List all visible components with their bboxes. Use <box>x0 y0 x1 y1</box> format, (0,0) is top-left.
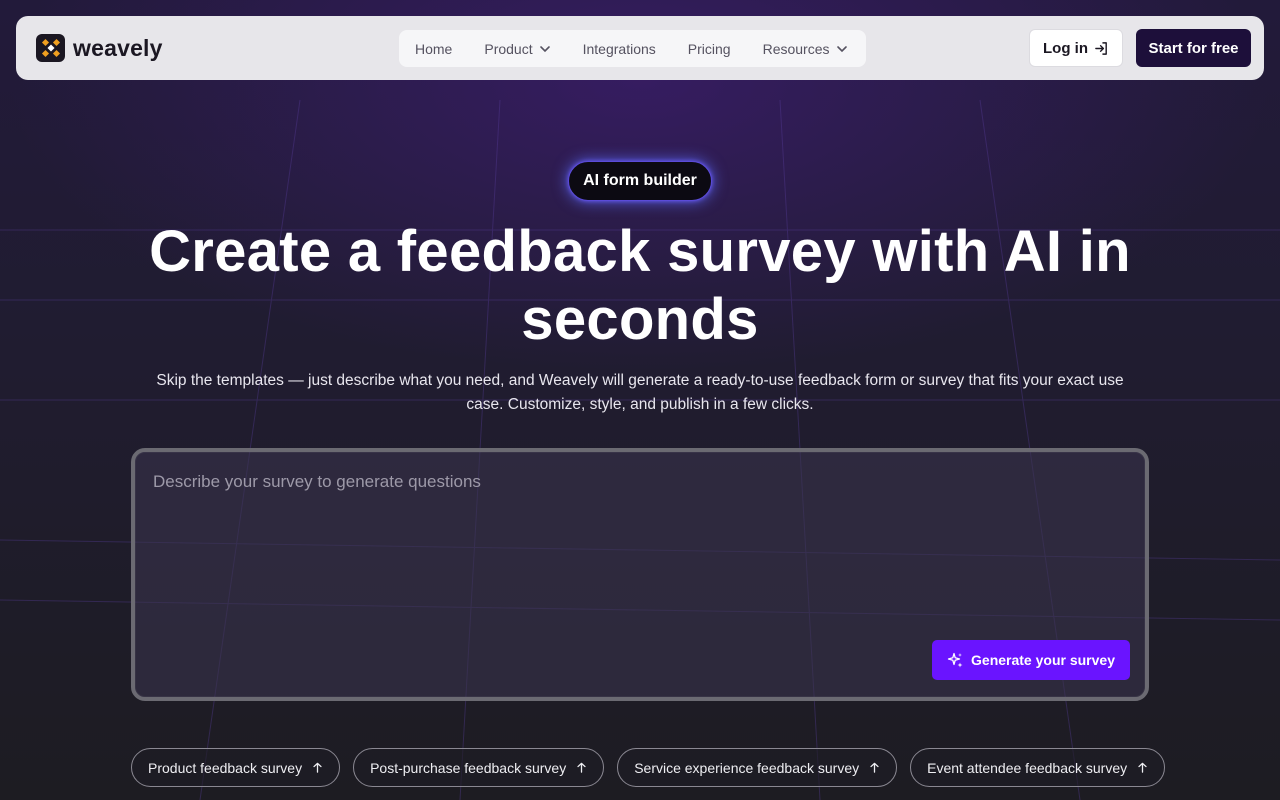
nav-item-label: Home <box>415 40 453 57</box>
hero-subtitle: Skip the templates — just describe what … <box>156 372 1124 413</box>
arrow-up-icon <box>313 762 322 773</box>
generate-survey-button[interactable]: Generate your survey <box>932 640 1130 680</box>
arrow-up-icon <box>870 762 879 773</box>
survey-prompt-box: Generate your survey <box>131 448 1149 701</box>
arrow-up-icon <box>577 762 586 773</box>
suggestion-chips: Product feedback survey Post-purchase fe… <box>131 748 1166 788</box>
nav-item-integrations[interactable]: Integrations <box>583 41 656 57</box>
login-label: Log in <box>1043 39 1088 57</box>
chevron-down-icon <box>836 45 847 52</box>
suggestion-chip-label: Event attendee feedback survey <box>927 759 1128 776</box>
nav-item-label: Pricing <box>687 40 731 57</box>
nav-item-pricing[interactable]: Pricing <box>688 41 731 57</box>
nav-item-home[interactable]: Home <box>415 41 452 57</box>
suggestion-chip-label: Post-purchase feedback survey <box>370 759 567 776</box>
nav-item-label: Product <box>484 40 533 57</box>
start-for-free-button[interactable]: Start for free <box>1136 29 1251 67</box>
suggestion-chip-label: Service experience feedback survey <box>634 759 860 776</box>
generate-survey-label: Generate your survey <box>971 652 1115 668</box>
nav-item-product[interactable]: Product <box>484 41 550 57</box>
login-button[interactable]: Log in <box>1029 29 1123 67</box>
nav-item-label: Resources <box>762 40 830 57</box>
page-title: Create a feedback survey with AI in seco… <box>149 219 1131 352</box>
sign-in-icon <box>1095 41 1107 55</box>
suggestion-chip-label: Product feedback survey <box>148 759 303 776</box>
nav-item-resources[interactable]: Resources <box>763 41 848 57</box>
suggestion-chip-post-purchase[interactable]: Post-purchase feedback survey <box>353 748 605 787</box>
suggestion-chip-service-experience[interactable]: Service experience feedback survey <box>617 748 898 787</box>
brand-name: weavely <box>73 34 163 61</box>
nav-item-label: Integrations <box>582 40 656 57</box>
brand-logo[interactable]: weavely <box>36 34 163 62</box>
sparkle-icon <box>947 652 963 668</box>
arrow-up-icon <box>1138 762 1147 773</box>
suggestion-chip-product-feedback[interactable]: Product feedback survey <box>131 748 341 787</box>
main-nav: Home Product Integrations Pricing Resour… <box>399 30 866 67</box>
survey-description-input[interactable] <box>153 472 1123 632</box>
ai-form-builder-badge: AI form builder <box>568 161 712 201</box>
weavely-logo-icon <box>36 34 65 62</box>
chevron-down-icon <box>539 45 550 52</box>
top-navbar: weavely Home Product Integrations Pricin… <box>16 16 1264 80</box>
suggestion-chip-event-attendee[interactable]: Event attendee feedback survey <box>910 748 1166 787</box>
